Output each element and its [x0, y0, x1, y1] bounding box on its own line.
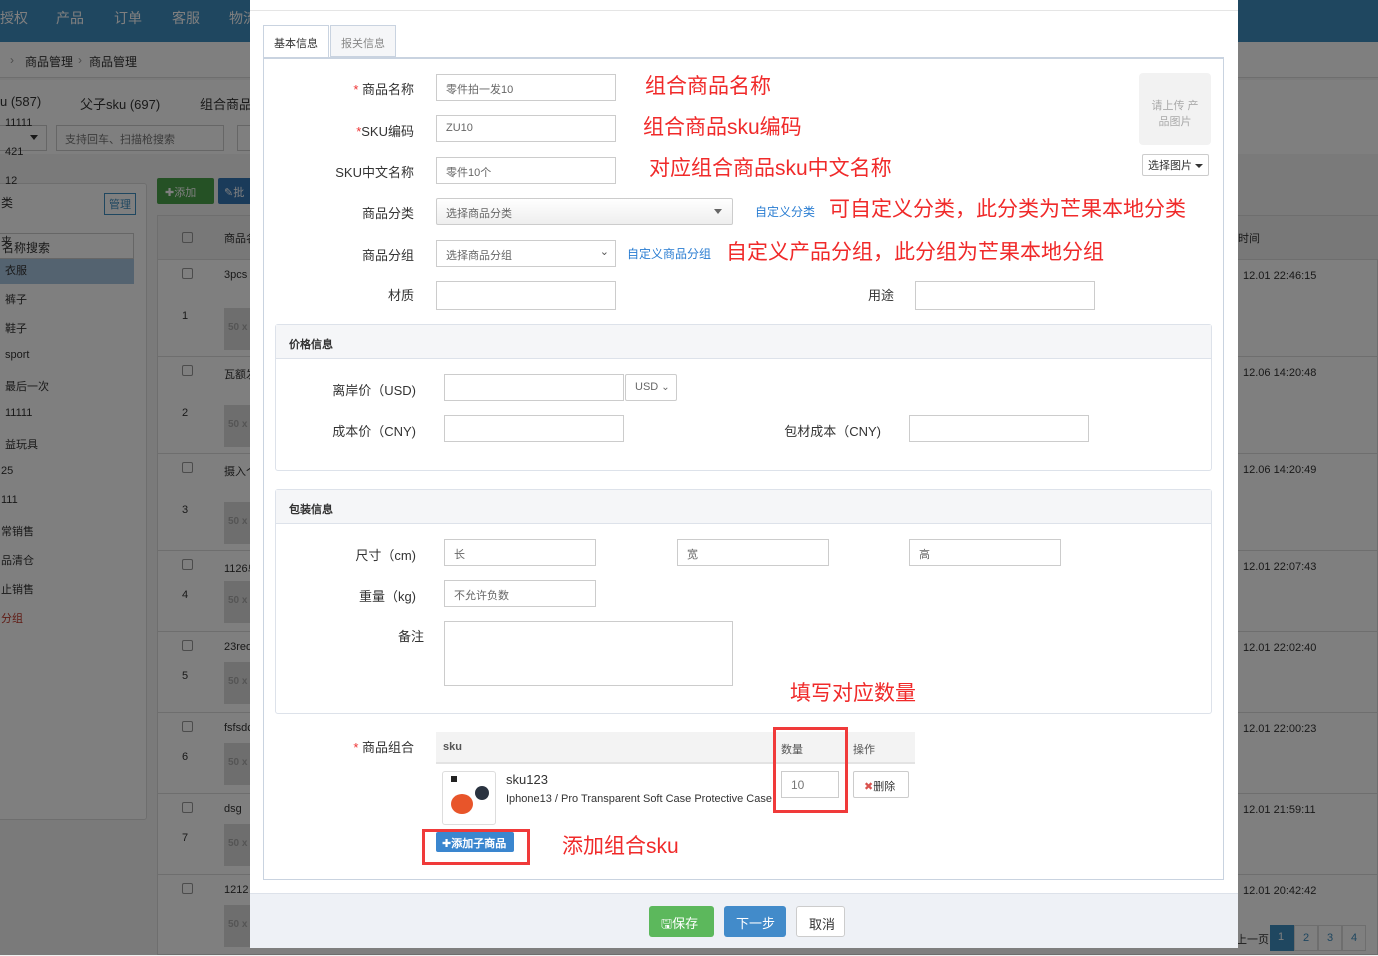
custom-group-link[interactable]: 自定义商品分组 [627, 245, 711, 262]
material-input[interactable] [436, 281, 616, 310]
select-image-dropdown[interactable]: 选择图片 [1142, 154, 1210, 176]
product-image-upload[interactable]: 请上传 产品图片 [1139, 73, 1211, 145]
cost-price-label: 成本价（CNY) [332, 424, 416, 439]
sku-cn-name-input[interactable]: 零件10个 [436, 157, 616, 184]
annotation-name: 组合商品名称 [645, 75, 771, 98]
height-input[interactable]: 高 [909, 539, 1061, 566]
fob-price-label: 离岸价（USD) [332, 383, 416, 398]
weight-label: 重量（kg) [358, 589, 416, 604]
price-panel-title: 价格信息 [276, 325, 1211, 359]
category-label: 商品分类 [361, 206, 414, 221]
custom-category-link[interactable]: 自定义分类 [755, 203, 815, 220]
fob-price-input[interactable] [444, 374, 624, 401]
column-action: 操作 [853, 744, 875, 756]
group-label: 商品分组 [361, 248, 414, 263]
sku-thumbnail [442, 771, 496, 825]
product-name-input[interactable]: 零件拍一发10 [436, 74, 616, 101]
size-label: 尺寸（cm) [355, 548, 416, 563]
sku-code-label: *SKU编码 [356, 124, 414, 139]
annotation-group: 自定义产品分组，此分组为芒果本地分组 [726, 241, 1104, 264]
weight-input[interactable]: 不允许负数 [444, 580, 596, 607]
combo-item-sku: sku123 [506, 772, 548, 787]
column-sku: sku [443, 741, 462, 753]
annotation-category: 可自定义分类，此分类为芒果本地分类 [829, 198, 1186, 221]
annotation-sku: 组合商品sku编码 [643, 116, 802, 139]
sku-code-input[interactable]: ZU10 [436, 115, 616, 142]
packing-cost-label: 包材成本（CNY) [784, 424, 881, 439]
product-name-label: * 商品名称 [353, 82, 414, 97]
usage-input[interactable] [915, 281, 1095, 310]
tab-basic-info[interactable]: 基本信息 [263, 25, 329, 58]
dialog-footer: 🖫保存 下一步 取消 [250, 893, 1238, 948]
combo-label: * 商品组合 [353, 740, 414, 755]
combo-item-title: Iphone13 / Pro Transparent Soft Case Pro… [506, 793, 772, 805]
highlight-qty [773, 727, 848, 813]
highlight-add [422, 829, 530, 865]
package-panel-title: 包装信息 [276, 490, 1211, 524]
price-panel: 价格信息 离岸价（USD) USD ⌄ 成本价（CNY) 包材成本（CNY) [275, 324, 1212, 471]
annotation-add: 添加组合sku [562, 835, 679, 858]
material-label: 材质 [387, 288, 414, 303]
annotation-cn: 对应组合商品sku中文名称 [649, 157, 892, 180]
width-input[interactable]: 宽 [677, 539, 829, 566]
remark-label: 备注 [397, 629, 424, 644]
tab-customs-info[interactable]: 报关信息 [330, 25, 396, 57]
package-panel: 包装信息 尺寸（cm) 长 宽 高 重量（kg) 不允许负数 备注 [275, 489, 1212, 714]
cancel-button[interactable]: 取消 [796, 906, 845, 937]
annotation-qty: 填写对应数量 [790, 682, 916, 705]
length-input[interactable]: 长 [444, 539, 596, 566]
next-step-button[interactable]: 下一步 [724, 906, 786, 937]
currency-select[interactable]: USD ⌄ [625, 374, 677, 401]
category-select[interactable]: 选择商品分类 [436, 198, 733, 225]
remark-textarea[interactable] [444, 621, 733, 686]
usage-label: 用途 [867, 288, 894, 303]
group-select[interactable]: 选择商品分组 ⌄ [436, 240, 616, 267]
combo-product-dialog: 基本信息 报关信息 * 商品名称 零件拍一发10 组合商品名称 *SKU编码 Z… [250, 0, 1238, 948]
packing-cost-input[interactable] [909, 415, 1089, 442]
delete-button[interactable]: ✖删除 [853, 771, 909, 798]
sku-cn-name-label: SKU中文名称 [335, 165, 414, 180]
cost-price-input[interactable] [444, 415, 624, 442]
save-button[interactable]: 🖫保存 [649, 906, 714, 937]
form-body: * 商品名称 零件拍一发10 组合商品名称 *SKU编码 ZU10 组合商品sk… [263, 57, 1224, 880]
